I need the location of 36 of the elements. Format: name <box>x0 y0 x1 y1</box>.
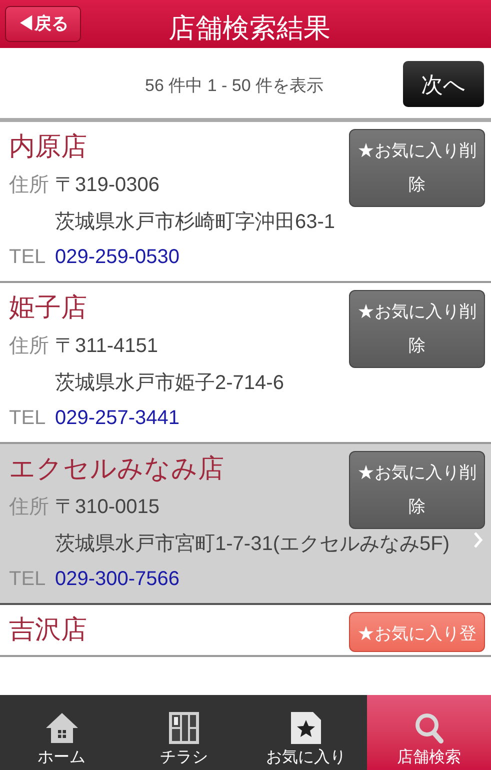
home-icon <box>44 712 78 744</box>
phone-link[interactable]: 029-300-7566 <box>55 563 180 595</box>
star-document-icon <box>291 712 321 744</box>
result-count: 56 件中 1 - 50 件を表示 <box>145 75 324 97</box>
remove-favorite-button[interactable]: ★お気に入り削除 <box>349 451 485 529</box>
store-name: 吉沢店 <box>9 613 87 646</box>
postal-code: 〒310-0015 <box>55 495 160 520</box>
phone-link[interactable]: 029-259-0530 <box>55 241 180 273</box>
postal-code: 〒311-4151 <box>55 334 158 359</box>
tel-label: TEL <box>9 406 47 431</box>
chevron-right-icon <box>474 532 483 548</box>
remove-favorite-button[interactable]: ★お気に入り削除 <box>349 290 485 368</box>
page-title: 店舗検索結果 <box>168 12 330 45</box>
address-text: 茨城県水戸市姫子2-714-6 <box>55 371 285 396</box>
nav-tab[interactable]: ホーム <box>0 695 123 770</box>
store-name: エクセルみなみ店 <box>9 452 224 485</box>
nav-tab[interactable]: チラシ <box>123 695 245 770</box>
newspaper-icon <box>169 712 199 744</box>
store-row[interactable]: エクセルみなみ店 住所 〒310-0015 茨城県水戸市宮町1-7-31(エクセルみなみ5F) TEL 029-300-7566 ★お気に入り削除 <box>0 444 491 605</box>
address-label: 住所 <box>9 495 50 520</box>
phone-link[interactable]: 029-257-3441 <box>55 402 180 434</box>
postal-code: 〒319-0306 <box>55 173 160 198</box>
tel-label: TEL <box>9 245 47 270</box>
nav-tab[interactable]: 店舗検索 <box>367 695 491 770</box>
tel-label: TEL <box>9 567 47 592</box>
address-text: 茨城県水戸市杉崎町字沖田63-1 <box>55 210 336 235</box>
remove-favorite-button[interactable]: ★お気に入り削除 <box>349 129 485 207</box>
nav-tab[interactable]: お気に入り <box>245 695 367 770</box>
next-button[interactable]: 次へ <box>403 61 484 107</box>
address-label: 住所 <box>9 334 50 359</box>
store-name: 内原店 <box>9 130 87 163</box>
store-name: 姫子店 <box>9 291 87 324</box>
address-label: 住所 <box>9 173 50 198</box>
search-icon <box>414 712 444 744</box>
address-text: 茨城県水戸市宮町1-7-31(エクセルみなみ5F) <box>55 532 450 557</box>
back-button[interactable]: ◀戻る <box>5 6 81 42</box>
